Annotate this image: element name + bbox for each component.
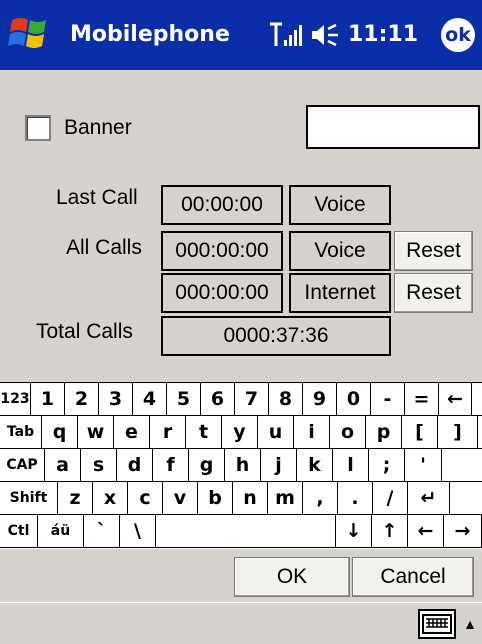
banner-checkbox[interactable] xyxy=(25,115,51,141)
ok-close-button[interactable]: ok xyxy=(441,18,475,52)
all-calls-voice-time: 000:00:00 xyxy=(161,231,283,271)
key[interactable]: h xyxy=(225,449,261,482)
keyboard-row: CAP a s d f g h j k l; ' xyxy=(0,448,482,482)
reset-voice-button[interactable]: Reset xyxy=(394,231,473,271)
key[interactable]: 2 xyxy=(65,383,99,416)
key[interactable]: ' xyxy=(405,449,442,482)
ok-button[interactable]: OK xyxy=(234,557,350,597)
key[interactable]: áü xyxy=(38,515,84,548)
signal-icon[interactable] xyxy=(268,22,302,48)
key[interactable]: t xyxy=(186,416,222,449)
key[interactable]: s xyxy=(81,449,117,482)
key[interactable]: g xyxy=(189,449,225,482)
key[interactable]: m xyxy=(268,482,303,515)
menu-bar: ▲ xyxy=(0,602,482,644)
key[interactable]: o xyxy=(330,416,366,449)
banner-input[interactable] xyxy=(306,105,480,149)
key[interactable]: d xyxy=(117,449,153,482)
key[interactable]: n xyxy=(233,482,268,515)
key[interactable]: ↵ xyxy=(408,482,450,515)
key[interactable]: ↑ xyxy=(372,515,408,548)
last-call-time: 00:00:00 xyxy=(161,185,283,225)
all-calls-label: All Calls xyxy=(66,236,142,259)
total-calls-value: 0000:37:36 xyxy=(161,316,391,356)
key[interactable]: / xyxy=(373,482,408,515)
clock[interactable]: 11:11 xyxy=(348,22,418,47)
key[interactable]: , xyxy=(303,482,338,515)
app-title: Mobilephone xyxy=(70,22,230,47)
key[interactable]: a xyxy=(45,449,81,482)
key[interactable]: x xyxy=(93,482,128,515)
keyboard-row: Ctl áü ` \ ↓ ↑ ← → xyxy=(0,514,482,548)
all-calls-internet-time: 000:00:00 xyxy=(161,273,283,313)
reset-internet-button[interactable]: Reset xyxy=(394,273,473,313)
key[interactable]: i xyxy=(294,416,330,449)
key[interactable]: 123 xyxy=(0,383,31,416)
key[interactable]: [ xyxy=(402,416,438,449)
key[interactable]: 6 xyxy=(201,383,235,416)
key[interactable]: z xyxy=(58,482,93,515)
key[interactable]: ↓ xyxy=(336,515,372,548)
key[interactable]: 0 xyxy=(337,383,371,416)
key[interactable]: r xyxy=(150,416,186,449)
key[interactable]: 8 xyxy=(269,383,303,416)
key[interactable]: Ctl xyxy=(0,515,38,548)
key[interactable]: CAP xyxy=(0,449,45,482)
all-calls-internet-type: Internet xyxy=(289,273,391,313)
keyboard-row: Shift z x c v b n m,. / ↵ xyxy=(0,481,482,515)
keyboard-row: 123 1 2 3 4 5 6 7 8 9 0- = ← xyxy=(0,382,482,416)
key[interactable]: p xyxy=(366,416,402,449)
volume-icon[interactable] xyxy=(310,22,340,48)
key[interactable]: \ xyxy=(120,515,156,548)
total-calls-label: Total Calls xyxy=(36,320,133,343)
last-call-type: Voice xyxy=(289,185,391,225)
key[interactable]: v xyxy=(163,482,198,515)
key[interactable]: . xyxy=(338,482,373,515)
key[interactable]: = xyxy=(405,383,439,416)
key[interactable]: ; xyxy=(369,449,405,482)
banner-label: Banner xyxy=(64,116,132,139)
key[interactable]: 7 xyxy=(235,383,269,416)
key[interactable]: 4 xyxy=(133,383,167,416)
key[interactable]: c xyxy=(128,482,163,515)
key[interactable]: f xyxy=(153,449,189,482)
key[interactable]: 9 xyxy=(303,383,337,416)
key[interactable]: e xyxy=(114,416,150,449)
key[interactable]: ← xyxy=(439,383,472,416)
key[interactable]: w xyxy=(78,416,114,449)
key[interactable]: Tab xyxy=(0,416,42,449)
key[interactable]: q xyxy=(42,416,78,449)
key[interactable]: ` xyxy=(84,515,120,548)
key[interactable]: ← xyxy=(408,515,444,548)
key[interactable]: u xyxy=(258,416,294,449)
key[interactable]: 5 xyxy=(167,383,201,416)
key[interactable]: - xyxy=(371,383,405,416)
key-space[interactable] xyxy=(156,515,336,548)
cancel-button[interactable]: Cancel xyxy=(352,557,474,597)
key[interactable]: b xyxy=(198,482,233,515)
keyboard-icon[interactable] xyxy=(418,609,456,639)
key[interactable]: l xyxy=(333,449,369,482)
key[interactable]: k xyxy=(297,449,333,482)
key[interactable]: 3 xyxy=(99,383,133,416)
keyboard-row: Tab q w e r t y u i o p[] xyxy=(0,415,482,449)
key[interactable]: Shift xyxy=(0,482,58,515)
key[interactable]: j xyxy=(261,449,297,482)
chevron-up-icon[interactable]: ▲ xyxy=(460,609,480,639)
key[interactable]: → xyxy=(444,515,482,548)
windows-flag-icon[interactable] xyxy=(8,14,54,54)
key[interactable]: y xyxy=(222,416,258,449)
soft-keyboard: 123 1 2 3 4 5 6 7 8 9 0- = ← Tab q w e r t y u i o p[] CAP a s d f g h… xyxy=(0,382,482,549)
title-bar: Mobilephone 11:11 ok xyxy=(0,0,482,70)
key[interactable]: 1 xyxy=(31,383,65,416)
key[interactable]: ] xyxy=(438,416,478,449)
all-calls-voice-type: Voice xyxy=(289,231,391,271)
last-call-label: Last Call xyxy=(56,186,138,209)
